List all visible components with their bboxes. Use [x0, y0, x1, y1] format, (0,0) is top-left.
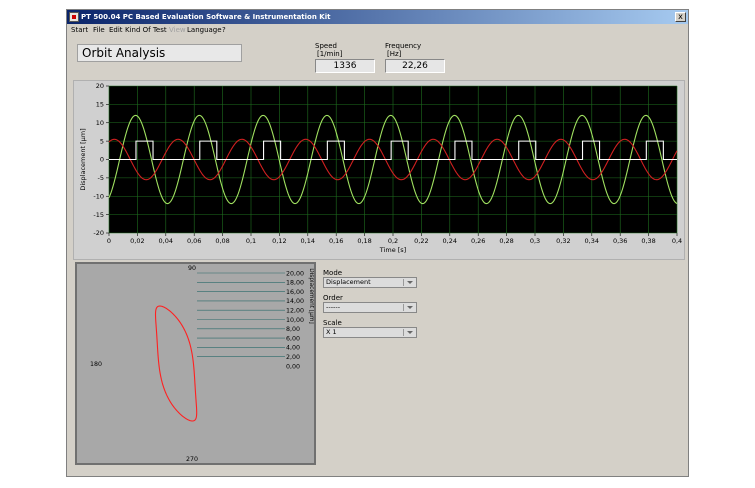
mode-value: Displacement [326, 278, 371, 286]
x-tick-label: 0,38 [641, 237, 655, 245]
x-tick-label: 0,06 [187, 237, 201, 245]
x-tick-label: 0,04 [159, 237, 173, 245]
radial-tick-label: 0,00 [286, 363, 300, 370]
y-tick-label: -15 [93, 211, 104, 219]
x-tick-label: 0,3 [530, 237, 540, 245]
y-tick-label: -5 [98, 174, 104, 182]
radial-tick-label: 8,00 [286, 326, 300, 333]
window-title: PT 500.04 PC Based Evaluation Software &… [81, 13, 331, 21]
y-tick-label: -20 [93, 229, 104, 237]
radial-tick-label: 16,00 [286, 289, 304, 296]
y-tick-label: 20 [96, 82, 104, 90]
menu-view: View [169, 26, 186, 34]
x-tick-label: 0,1 [246, 237, 256, 245]
menu-kind-of-test[interactable]: Kind Of Test [125, 24, 167, 36]
x-tick-label: 0,16 [329, 237, 343, 245]
orbit-plot-panel: 20,00 18,00 16,00 14,00 12,00 10,00 8,00 6,00 4,… [75, 262, 316, 465]
menu-language[interactable]: Language [187, 24, 222, 36]
radial-tick-label: 18,00 [286, 280, 304, 287]
x-tick-label: 0,22 [414, 237, 428, 245]
chevron-down-icon[interactable] [403, 329, 415, 336]
app-window: PT 500.04 PC Based Evaluation Software &… [66, 9, 689, 477]
x-tick-label: 0,12 [272, 237, 286, 245]
speed-label: Speed [315, 42, 337, 50]
frequency-value: 22,26 [385, 59, 445, 73]
angle-label-270: 270 [186, 456, 198, 463]
page-title: Orbit Analysis [77, 44, 242, 62]
x-tick-label: 0,36 [613, 237, 627, 245]
radial-tick-label: 6,00 [286, 335, 300, 342]
chevron-down-icon[interactable] [403, 279, 415, 286]
mode-dropdown[interactable]: Displacement [323, 277, 417, 288]
x-tick-label: 0,24 [443, 237, 457, 245]
x-tick-label: 0,26 [471, 237, 485, 245]
angle-label-180: 180 [90, 361, 102, 368]
x-tick-label: 0,14 [301, 237, 315, 245]
radial-tick-label: 10,00 [286, 317, 304, 324]
x-tick-label: 0 [107, 237, 111, 245]
frequency-label: Frequency [385, 42, 422, 50]
y-axis-label: Displacement [µm] [79, 128, 87, 190]
time-plot: 0 0,02 0,04 0,06 0,08 0,1 0,12 0,14 0,16 0,18 0,2 0… [79, 82, 682, 254]
y-tick-label: 10 [96, 119, 104, 127]
scale-label: Scale [323, 319, 342, 327]
radial-tick-label: 2,00 [286, 354, 300, 361]
y-tick-label: -10 [93, 192, 104, 200]
speed-unit: [1/min] [317, 50, 343, 58]
y-tick-label: 5 [100, 137, 104, 145]
x-tick-label: 0,4 [672, 237, 682, 245]
x-tick-label: 0,08 [215, 237, 229, 245]
time-plot-panel: 0 0,02 0,04 0,06 0,08 0,1 0,12 0,14 0,16 0,18 0,2 0… [73, 80, 685, 260]
orbit-axis-label: Displacement [µm] [308, 268, 314, 324]
title-bar[interactable]: PT 500.04 PC Based Evaluation Software &… [67, 10, 688, 24]
angle-label-90: 90 [188, 265, 196, 272]
x-axis-label: Time [s] [379, 246, 406, 254]
x-tick-label: 0,28 [499, 237, 513, 245]
speed-value: 1336 [315, 59, 375, 73]
radial-tick-label: 12,00 [286, 308, 304, 315]
x-tick-label: 0,2 [388, 237, 398, 245]
x-tick-label: 0,32 [556, 237, 570, 245]
close-button[interactable]: x [675, 12, 686, 22]
scale-dropdown[interactable]: X 1 [323, 327, 417, 338]
menu-start[interactable]: Start [71, 24, 88, 36]
radial-tick-label: 20,00 [286, 270, 304, 277]
menu-help[interactable]: ? [222, 24, 226, 36]
orbit-line [154, 305, 198, 422]
menu-edit[interactable]: Edit [109, 24, 123, 36]
order-label: Order [323, 294, 343, 302]
menu-bar: Start File Edit Kind Of Test View Langua… [67, 24, 688, 36]
order-dropdown[interactable]: ------ [323, 302, 417, 313]
order-value: ------ [326, 303, 341, 311]
y-tick-label: 0 [100, 156, 104, 164]
y-tick-label: 15 [96, 101, 104, 109]
orbit-plot: 20,00 18,00 16,00 14,00 12,00 10,00 8,00 6,00 4,… [90, 265, 314, 463]
radial-tick-label: 14,00 [286, 298, 304, 305]
menu-file[interactable]: File [93, 24, 105, 36]
app-icon [69, 12, 79, 22]
radial-tick-label: 4,00 [286, 345, 300, 352]
x-tick-label: 0,18 [357, 237, 371, 245]
scale-value: X 1 [326, 328, 337, 336]
frequency-unit: [Hz] [387, 50, 402, 58]
chevron-down-icon[interactable] [403, 304, 415, 311]
x-tick-label: 0,34 [585, 237, 599, 245]
x-tick-label: 0,02 [130, 237, 144, 245]
mode-label: Mode [323, 269, 343, 277]
